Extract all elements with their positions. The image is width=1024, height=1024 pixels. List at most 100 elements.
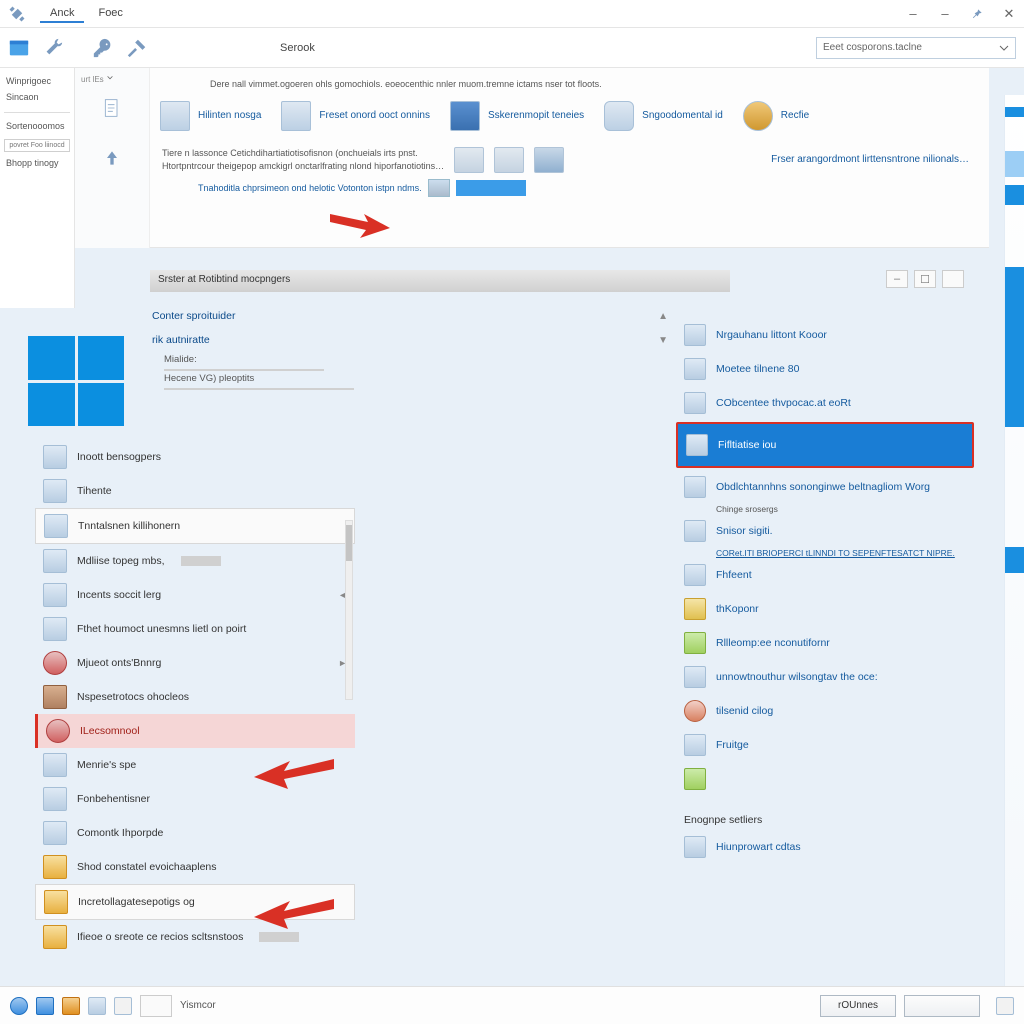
- right-item-5-sublink[interactable]: CORet.ITI BRIOPERCI tLINNDI TO SEPENFTES…: [680, 548, 970, 558]
- nav-item-0[interactable]: Winprigoec: [2, 74, 72, 90]
- right-item-3-label: Fifltiatise iou: [718, 439, 776, 451]
- sec-max-button[interactable]: ☐: [914, 270, 936, 288]
- taskbar-icon-4[interactable]: [88, 997, 106, 1015]
- left-item-0[interactable]: Inoott bensogpers: [35, 440, 355, 474]
- left-item-3-icon: [43, 549, 67, 573]
- tile-icon-1[interactable]: [454, 147, 484, 173]
- right-item-0-label: Nrgauhanu littont Kooor: [716, 329, 827, 341]
- cat-3[interactable]: Sngoodomental id: [604, 101, 723, 131]
- info-row-1[interactable]: rik autniratte▼: [150, 328, 670, 352]
- right-item-6[interactable]: Fhfeent: [680, 558, 970, 592]
- taskbar-btn[interactable]: [140, 995, 172, 1017]
- tray-icon[interactable]: [996, 997, 1014, 1015]
- right-item-3[interactable]: Fifltiatise iou: [676, 422, 974, 468]
- left-item-7-icon: [43, 685, 67, 709]
- right-item-0-icon: [684, 324, 706, 346]
- up-arrow-icon[interactable]: [102, 148, 122, 168]
- right-item-9-icon: [684, 666, 706, 688]
- right-item-3-icon: [686, 434, 708, 456]
- right-item-8[interactable]: Rllleomp:ee nconutifornr: [680, 626, 970, 660]
- category-row: Hilinten nosga Freset onord ooct onnins …: [150, 97, 989, 135]
- right-item-2[interactable]: CObcentee thvpocac.at eoRt: [680, 386, 970, 420]
- left-item-5[interactable]: Fthet houmoct unesmns lietl on poirt: [35, 612, 355, 646]
- titlebar: Anck Foec – – ✕: [0, 0, 1024, 28]
- taskbar-icon-2[interactable]: [36, 997, 54, 1015]
- right-item-11[interactable]: Fruitge: [680, 728, 970, 762]
- left-item-9-label: Menrie's spe: [77, 759, 136, 771]
- right-item-12-icon: [684, 768, 706, 790]
- info-row-0[interactable]: Conter sproituider▲: [150, 304, 670, 328]
- left-item-4[interactable]: Incents soccit lerg◄: [35, 578, 355, 612]
- tab-foec[interactable]: Foec: [88, 5, 132, 23]
- tile-icon-2[interactable]: [494, 147, 524, 173]
- key-icon[interactable]: [92, 37, 114, 59]
- right-item-9[interactable]: unnowtnouthur wilsongtav the oce:: [680, 660, 970, 694]
- left-item-11[interactable]: Comontk Ihporpde: [35, 816, 355, 850]
- hammer-icon[interactable]: [126, 37, 148, 59]
- cat-1[interactable]: Freset onord ooct onnins: [281, 101, 430, 131]
- right-footer-icon: [684, 836, 706, 858]
- left-item-12[interactable]: Shod constatel evoichaaplens: [35, 850, 355, 884]
- right-item-7[interactable]: thKoponr: [680, 592, 970, 626]
- right-item-0[interactable]: Nrgauhanu littont Kooor: [680, 318, 970, 352]
- right-item-10[interactable]: tilsenid cilog: [680, 694, 970, 728]
- search-input[interactable]: Eeet cosporons.taclne: [816, 37, 1016, 59]
- sec-row: Tiere n lassonce Cetichdihartiatiotisofi…: [150, 143, 989, 177]
- right-item-2-icon: [684, 392, 706, 414]
- close-button[interactable]: ✕: [1002, 7, 1016, 21]
- tab-anck[interactable]: Anck: [40, 5, 84, 23]
- tile-icon-3[interactable]: [534, 147, 564, 173]
- taskbar-icon-3[interactable]: [62, 997, 80, 1015]
- left-item-1[interactable]: Tihente: [35, 474, 355, 508]
- headset-icon: [604, 101, 634, 131]
- right-footer-item[interactable]: Hiunprowart cdtas: [680, 830, 970, 864]
- left-item-10-label: Fonbehentisner: [77, 793, 150, 805]
- right-item-10-icon: [684, 700, 706, 722]
- mini-scrollbar[interactable]: [345, 520, 353, 700]
- pin-icon[interactable]: [970, 7, 984, 21]
- explorer-label: urt lEs: [81, 74, 114, 84]
- minimize-button-2[interactable]: –: [938, 7, 952, 21]
- left-item-5-icon: [43, 617, 67, 641]
- right-accent-strip: [1004, 95, 1024, 986]
- nav-item-2[interactable]: Sortenooomos: [2, 119, 72, 135]
- left-item-7[interactable]: Nspesetrotocs ohocleos: [35, 680, 355, 714]
- item-bar: [181, 556, 221, 566]
- meta-2: Hecene VG) pleoptits: [150, 371, 670, 386]
- cancel-button[interactable]: [904, 995, 980, 1017]
- right-item-5[interactable]: Snisor sigiti.: [680, 514, 970, 548]
- monitor-icon: [160, 101, 190, 131]
- ok-button[interactable]: rOUnnes: [820, 995, 896, 1017]
- nav-item-3[interactable]: povret Foo liinocd: [4, 139, 70, 152]
- sec-right-link[interactable]: Frser arangordmont lirttensntrone nilion…: [771, 153, 969, 167]
- right-item-1[interactable]: Moetee tilnene 80: [680, 352, 970, 386]
- scrollbar-thumb[interactable]: [346, 525, 352, 561]
- wrench-icon[interactable]: [42, 37, 64, 59]
- third-text[interactable]: Tnahoditla chprsimeon ond helotic Votont…: [198, 183, 422, 193]
- right-item-4-sub[interactable]: Chinge srosergs: [680, 504, 970, 514]
- page-icon[interactable]: [102, 98, 122, 118]
- search-dropdown-icon: [999, 43, 1009, 53]
- cat-0[interactable]: Hilinten nosga: [160, 101, 261, 131]
- left-item-8[interactable]: ILecsomnool: [35, 714, 355, 748]
- left-item-3[interactable]: Mdliise topeg mbs,: [35, 544, 355, 578]
- window-icon[interactable]: [8, 37, 30, 59]
- minimize-button[interactable]: –: [906, 7, 920, 21]
- cat-2[interactable]: Sskerenmopit teneies: [450, 101, 584, 131]
- taskbar-icon-1[interactable]: [10, 997, 28, 1015]
- taskbar-icon-5[interactable]: [114, 997, 132, 1015]
- left-nav: Winprigoec Sincaon Sortenooomos povret F…: [0, 68, 75, 308]
- nav-item-4[interactable]: Bhopp tinogy: [2, 156, 72, 172]
- mini-bluebar: [456, 180, 526, 196]
- left-item-2[interactable]: Tnntalsnen killihonern: [35, 508, 355, 544]
- right-item-5-label: Snisor sigiti.: [716, 525, 773, 537]
- sec-close-button[interactable]: [942, 270, 964, 288]
- right-item-5-icon: [684, 520, 706, 542]
- right-item-12[interactable]: [680, 762, 970, 796]
- cat-4[interactable]: Recfie: [743, 101, 809, 131]
- nav-item-1[interactable]: Sincaon: [2, 90, 72, 106]
- sec-min-button[interactable]: –: [886, 270, 908, 288]
- left-item-6[interactable]: Mjueot onts'Bnnrg►: [35, 646, 355, 680]
- right-item-11-label: Fruitge: [716, 739, 749, 751]
- right-item-4[interactable]: Obdlchtannhns sononginwe beltnagliom Wor…: [680, 470, 970, 504]
